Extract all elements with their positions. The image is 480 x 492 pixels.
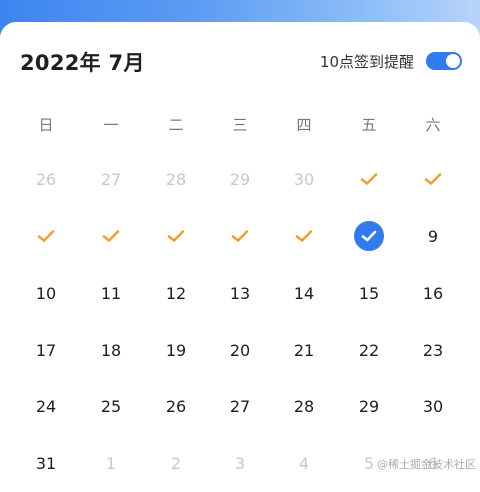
check-icon [167, 229, 185, 243]
day-number: 27 [100, 169, 122, 189]
day-number: 25 [100, 396, 122, 416]
day-cell[interactable] [347, 159, 391, 199]
day-cell[interactable]: 20 [218, 330, 262, 370]
weekday-label: 四 [296, 116, 312, 134]
day-cell[interactable]: 4 [282, 443, 326, 483]
reminder-label: 10点签到提醒 [319, 53, 414, 71]
day-cell[interactable] [89, 216, 133, 256]
day-number: 29 [229, 169, 251, 189]
day-number: 29 [358, 396, 380, 416]
day-number: 27 [229, 396, 251, 416]
weekday-label: 日 [38, 116, 54, 134]
day-number: 20 [229, 340, 251, 360]
day-cell[interactable]: 27 [218, 386, 262, 426]
day-number: 2 [170, 453, 182, 473]
check-icon [102, 229, 120, 243]
watermark: @稀土掘金技术社区 [377, 458, 476, 471]
reminder-toggle[interactable] [426, 52, 462, 70]
check-icon [231, 229, 249, 243]
day-number: 16 [422, 283, 444, 303]
check-icon [37, 229, 55, 243]
day-cell[interactable]: 31 [24, 443, 68, 483]
day-cell[interactable]: 29 [218, 159, 262, 199]
day-number: 22 [358, 340, 380, 360]
day-cell[interactable]: 22 [347, 330, 391, 370]
day-cell[interactable]: 30 [282, 159, 326, 199]
weekday-label: 五 [361, 116, 377, 134]
day-number: 30 [422, 396, 444, 416]
month-title: 2022年 7月 [20, 51, 145, 75]
day-cell[interactable]: 9 [411, 216, 455, 256]
day-cell[interactable]: 14 [282, 273, 326, 313]
day-cell[interactable]: 2 [154, 443, 198, 483]
day-cell[interactable]: 11 [89, 273, 133, 313]
day-cell[interactable]: 28 [282, 386, 326, 426]
day-cell[interactable] [282, 216, 326, 256]
day-cell[interactable]: 19 [154, 330, 198, 370]
day-number: 12 [165, 283, 187, 303]
day-number: 31 [35, 453, 57, 473]
day-number: 21 [293, 340, 315, 360]
weekday-label: 六 [425, 116, 441, 134]
day-number: 24 [35, 396, 57, 416]
day-number: 1 [105, 453, 117, 473]
day-cell[interactable] [347, 216, 391, 256]
day-cell[interactable]: 28 [154, 159, 198, 199]
day-cell[interactable]: 1 [89, 443, 133, 483]
day-cell[interactable]: 10 [24, 273, 68, 313]
day-number: 18 [100, 340, 122, 360]
day-number: 26 [35, 169, 57, 189]
day-cell[interactable] [24, 216, 68, 256]
day-cell[interactable] [154, 216, 198, 256]
day-cell[interactable]: 25 [89, 386, 133, 426]
day-cell[interactable] [411, 159, 455, 199]
check-icon [360, 172, 378, 186]
day-number: 11 [100, 283, 122, 303]
day-number: 28 [165, 169, 187, 189]
day-number: 28 [293, 396, 315, 416]
day-number: 26 [165, 396, 187, 416]
day-number: 9 [427, 226, 439, 246]
calendar-card: 2022年 7月 10点签到提醒 日一二三四五六 26 27 28 29 30 9 10 11… [0, 22, 480, 492]
day-cell[interactable]: 29 [347, 386, 391, 426]
day-cell[interactable]: 26 [24, 159, 68, 199]
day-cell[interactable]: 13 [218, 273, 262, 313]
day-number: 4 [298, 453, 310, 473]
day-number: 19 [165, 340, 187, 360]
day-number: 13 [229, 283, 251, 303]
check-circle-icon [354, 221, 384, 251]
day-cell[interactable]: 27 [89, 159, 133, 199]
day-cell[interactable] [218, 216, 262, 256]
toggle-knob [446, 54, 460, 68]
day-cell[interactable]: 26 [154, 386, 198, 426]
day-cell[interactable]: 18 [89, 330, 133, 370]
day-number: 17 [35, 340, 57, 360]
day-cell[interactable]: 30 [411, 386, 455, 426]
day-cell[interactable]: 17 [24, 330, 68, 370]
check-icon [424, 172, 442, 186]
day-number: 5 [363, 453, 375, 473]
day-cell[interactable]: 24 [24, 386, 68, 426]
day-cell[interactable]: 16 [411, 273, 455, 313]
day-cell[interactable]: 15 [347, 273, 391, 313]
day-number: 30 [293, 169, 315, 189]
day-number: 23 [422, 340, 444, 360]
day-cell[interactable]: 21 [282, 330, 326, 370]
day-cell[interactable]: 23 [411, 330, 455, 370]
day-cell[interactable]: 12 [154, 273, 198, 313]
weekday-label: 一 [103, 116, 119, 134]
weekday-label: 三 [232, 116, 248, 134]
check-icon [295, 229, 313, 243]
day-number: 14 [293, 283, 315, 303]
day-number: 10 [35, 283, 57, 303]
day-cell[interactable]: 3 [218, 443, 262, 483]
day-number: 15 [358, 283, 380, 303]
day-number: 3 [234, 453, 246, 473]
weekday-label: 二 [168, 116, 184, 134]
